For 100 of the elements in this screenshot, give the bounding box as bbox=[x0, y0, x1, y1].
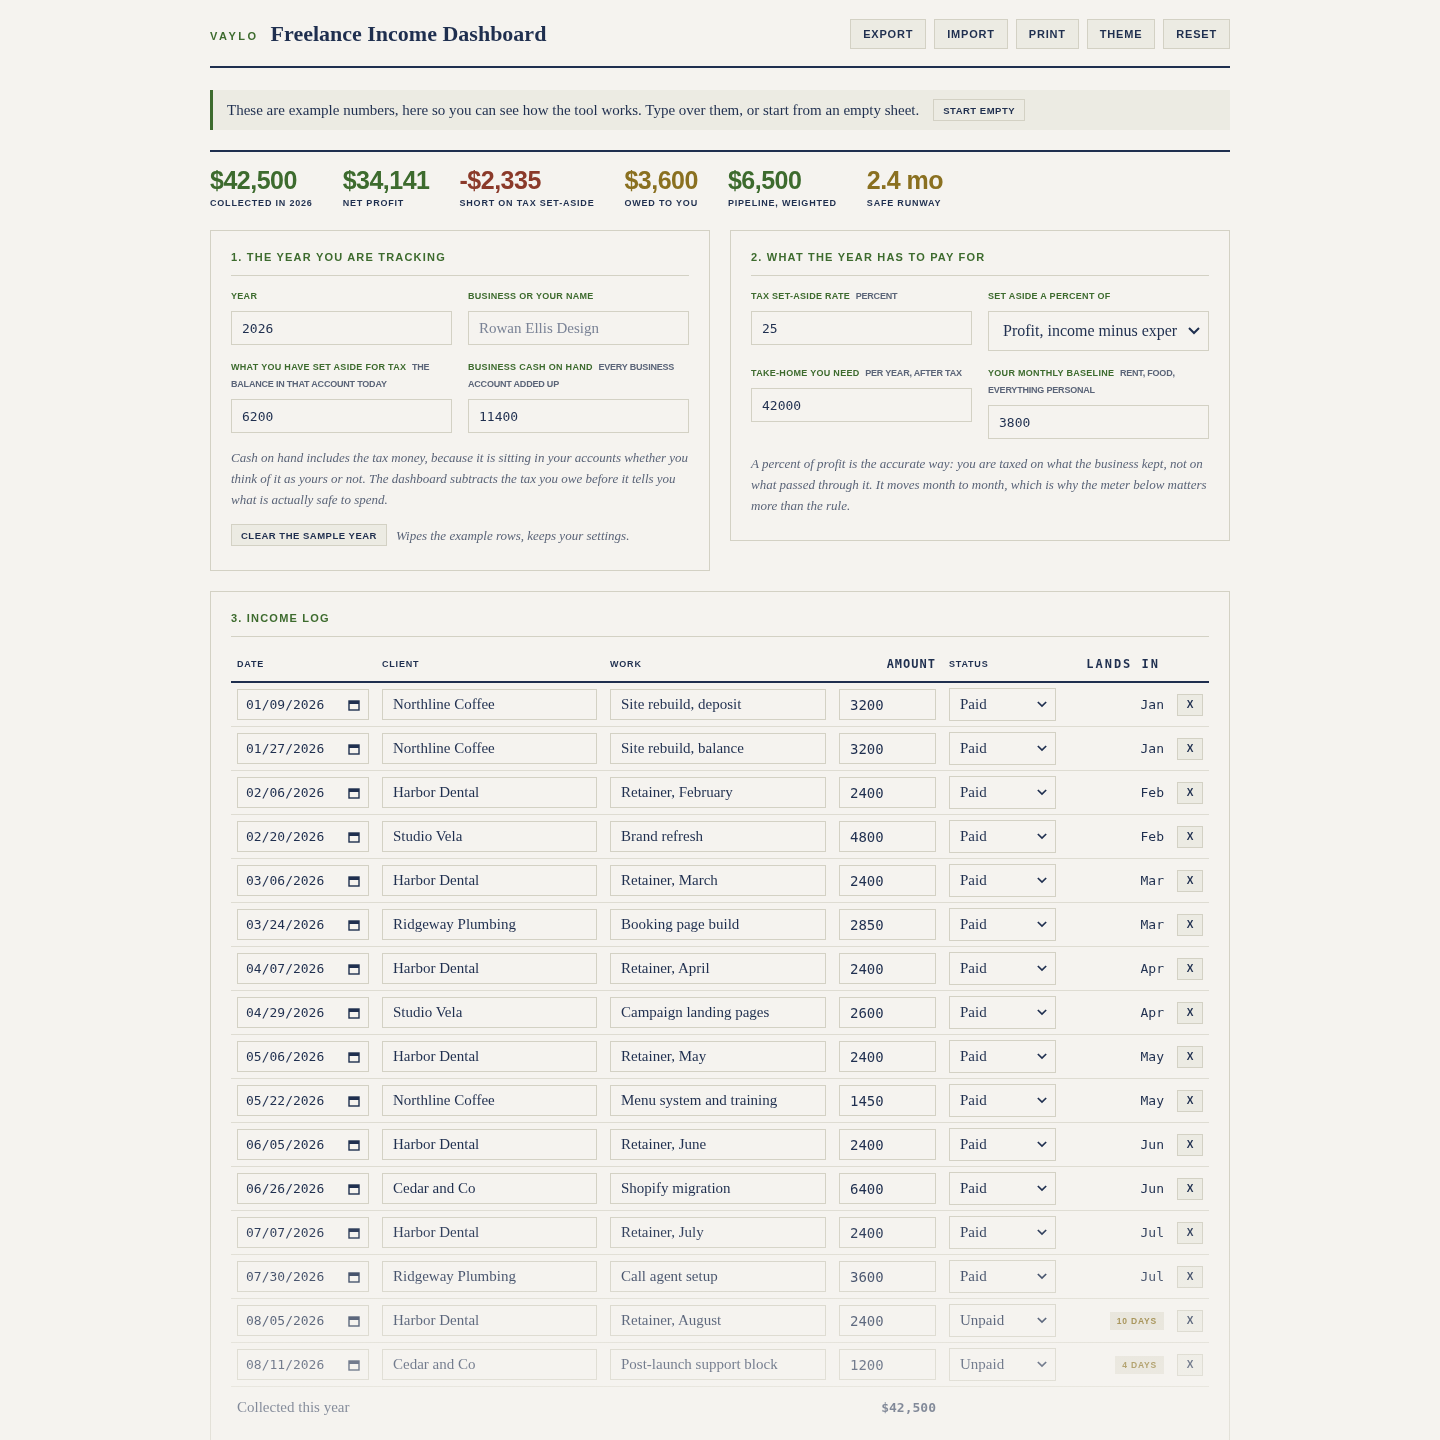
work-field[interactable]: Retainer, March bbox=[610, 865, 826, 896]
status-dropdown[interactable]: Paid bbox=[949, 1172, 1056, 1205]
remove-button[interactable]: X bbox=[1177, 1221, 1203, 1244]
work-field[interactable]: Retainer, May bbox=[610, 1041, 826, 1072]
amount-field[interactable]: 2400 bbox=[839, 777, 936, 808]
client-field[interactable]: Harbor Dental bbox=[382, 865, 597, 896]
status-dropdown[interactable]: Paid bbox=[949, 996, 1056, 1029]
remove-button[interactable]: X bbox=[1177, 737, 1203, 760]
date-field[interactable]: 07/07/2026 bbox=[237, 1217, 369, 1248]
remove-button[interactable]: X bbox=[1177, 1001, 1203, 1024]
amount-field[interactable]: 2400 bbox=[839, 1217, 936, 1248]
input-field[interactable]: 11400 bbox=[468, 399, 689, 433]
work-field[interactable]: Retainer, June bbox=[610, 1129, 826, 1160]
remove-button[interactable]: X bbox=[1177, 1177, 1203, 1200]
date-field[interactable]: 03/24/2026 bbox=[237, 909, 369, 940]
remove-button[interactable]: X bbox=[1177, 693, 1203, 716]
status-dropdown[interactable]: Paid bbox=[949, 952, 1056, 985]
date-field[interactable]: 01/09/2026 bbox=[237, 689, 369, 720]
amount-field[interactable]: 3200 bbox=[839, 733, 936, 764]
client-field[interactable]: Ridgeway Plumbing bbox=[382, 909, 597, 940]
amount-field[interactable]: 2400 bbox=[839, 865, 936, 896]
date-field[interactable]: 06/05/2026 bbox=[237, 1129, 369, 1160]
amount-field[interactable]: 1200 bbox=[839, 1349, 936, 1380]
client-field[interactable]: Northline Coffee bbox=[382, 1085, 597, 1116]
input-field[interactable]: 2026 bbox=[231, 311, 452, 345]
client-field[interactable]: Harbor Dental bbox=[382, 953, 597, 984]
status-dropdown[interactable]: Paid bbox=[949, 1260, 1056, 1293]
amount-field[interactable]: 2400 bbox=[839, 1041, 936, 1072]
client-field[interactable]: Harbor Dental bbox=[382, 1041, 597, 1072]
work-field[interactable]: Menu system and training bbox=[610, 1085, 826, 1116]
remove-button[interactable]: X bbox=[1177, 1133, 1203, 1156]
amount-field[interactable]: 2600 bbox=[839, 997, 936, 1028]
work-field[interactable]: Post-launch support block bbox=[610, 1349, 826, 1380]
input-field[interactable]: 25 bbox=[751, 311, 972, 345]
status-dropdown[interactable]: Paid bbox=[949, 732, 1056, 765]
remove-button[interactable]: X bbox=[1177, 825, 1203, 848]
status-dropdown[interactable]: Paid bbox=[949, 1084, 1056, 1117]
client-field[interactable]: Harbor Dental bbox=[382, 1129, 597, 1160]
status-dropdown[interactable]: Paid bbox=[949, 776, 1056, 809]
client-field[interactable]: Harbor Dental bbox=[382, 1217, 597, 1248]
toolbar-button[interactable]: THEME bbox=[1086, 19, 1156, 49]
amount-field[interactable]: 1450 bbox=[839, 1085, 936, 1116]
date-field[interactable]: 04/29/2026 bbox=[237, 997, 369, 1028]
date-field[interactable]: 08/11/2026 bbox=[237, 1349, 369, 1380]
status-dropdown[interactable]: Paid bbox=[949, 1216, 1056, 1249]
remove-button[interactable]: X bbox=[1177, 781, 1203, 804]
start-empty-button[interactable]: START EMPTY bbox=[933, 99, 1026, 121]
toolbar-button[interactable]: IMPORT bbox=[934, 19, 1008, 49]
remove-button[interactable]: X bbox=[1177, 1045, 1203, 1068]
status-dropdown[interactable]: Paid bbox=[949, 688, 1056, 721]
remove-button[interactable]: X bbox=[1177, 1309, 1203, 1332]
remove-button[interactable]: X bbox=[1177, 1265, 1203, 1288]
client-field[interactable]: Northline Coffee bbox=[382, 689, 597, 720]
client-field[interactable]: Harbor Dental bbox=[382, 777, 597, 808]
remove-button[interactable]: X bbox=[1177, 1089, 1203, 1112]
work-field[interactable]: Retainer, July bbox=[610, 1217, 826, 1248]
client-field[interactable]: Harbor Dental bbox=[382, 1305, 597, 1336]
work-field[interactable]: Call agent setup bbox=[610, 1261, 826, 1292]
amount-field[interactable]: 2400 bbox=[839, 1129, 936, 1160]
status-dropdown[interactable]: Paid bbox=[949, 820, 1056, 853]
date-field[interactable]: 02/06/2026 bbox=[237, 777, 369, 808]
client-field[interactable]: Studio Vela bbox=[382, 997, 597, 1028]
amount-field[interactable]: 3200 bbox=[839, 689, 936, 720]
work-field[interactable]: Site rebuild, balance bbox=[610, 733, 826, 764]
client-field[interactable]: Cedar and Co bbox=[382, 1173, 597, 1204]
date-field[interactable]: 08/05/2026 bbox=[237, 1305, 369, 1336]
date-field[interactable]: 04/07/2026 bbox=[237, 953, 369, 984]
clear-year-button[interactable]: CLEAR THE SAMPLE YEAR bbox=[231, 524, 387, 546]
work-field[interactable]: Retainer, February bbox=[610, 777, 826, 808]
work-field[interactable]: Campaign landing pages bbox=[610, 997, 826, 1028]
amount-field[interactable]: 4800 bbox=[839, 821, 936, 852]
remove-button[interactable]: X bbox=[1177, 1353, 1203, 1376]
work-field[interactable]: Retainer, April bbox=[610, 953, 826, 984]
date-field[interactable]: 06/26/2026 bbox=[237, 1173, 369, 1204]
input-field[interactable]: Rowan Ellis Design bbox=[468, 311, 689, 345]
status-dropdown[interactable]: Paid bbox=[949, 864, 1056, 897]
date-field[interactable]: 01/27/2026 bbox=[237, 733, 369, 764]
status-dropdown[interactable]: Paid bbox=[949, 1128, 1056, 1161]
work-field[interactable]: Retainer, August bbox=[610, 1305, 826, 1336]
input-field[interactable]: 3800 bbox=[988, 405, 1209, 439]
work-field[interactable]: Shopify migration bbox=[610, 1173, 826, 1204]
client-field[interactable]: Cedar and Co bbox=[382, 1349, 597, 1380]
amount-field[interactable]: 2400 bbox=[839, 953, 936, 984]
remove-button[interactable]: X bbox=[1177, 913, 1203, 936]
toolbar-button[interactable]: RESET bbox=[1163, 19, 1230, 49]
status-dropdown[interactable]: Unpaid bbox=[949, 1304, 1056, 1337]
input-field[interactable]: 42000 bbox=[751, 388, 972, 422]
date-field[interactable]: 07/30/2026 bbox=[237, 1261, 369, 1292]
amount-field[interactable]: 3600 bbox=[839, 1261, 936, 1292]
amount-field[interactable]: 2850 bbox=[839, 909, 936, 940]
work-field[interactable]: Site rebuild, deposit bbox=[610, 689, 826, 720]
client-field[interactable]: Northline Coffee bbox=[382, 733, 597, 764]
dropdown[interactable]: Profit, income minus exper bbox=[988, 311, 1209, 351]
date-field[interactable]: 05/22/2026 bbox=[237, 1085, 369, 1116]
toolbar-button[interactable]: PRINT bbox=[1015, 19, 1079, 49]
status-dropdown[interactable]: Unpaid bbox=[949, 1348, 1056, 1381]
date-field[interactable]: 05/06/2026 bbox=[237, 1041, 369, 1072]
input-field[interactable]: 6200 bbox=[231, 399, 452, 433]
client-field[interactable]: Ridgeway Plumbing bbox=[382, 1261, 597, 1292]
amount-field[interactable]: 2400 bbox=[839, 1305, 936, 1336]
